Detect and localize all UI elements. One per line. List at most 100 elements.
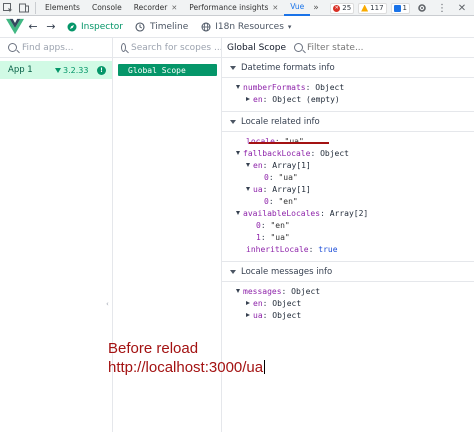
section-locale-info[interactable]: Locale related info — [222, 112, 474, 132]
plugin-select[interactable]: I18n Resources ▾ — [194, 16, 297, 38]
state-row[interactable]: locale: "ua" — [222, 135, 474, 147]
device-toolbar-icon[interactable] — [16, 0, 32, 16]
forward-arrow-button[interactable]: → — [42, 16, 60, 38]
inspect-element-icon[interactable] — [0, 0, 16, 16]
state-row[interactable]: availableLocales: Array[2] — [222, 207, 474, 219]
settings-gear-icon[interactable] — [414, 0, 430, 16]
app-name: App 1 — [8, 65, 33, 75]
state-row[interactable]: ua: Array[1] — [222, 183, 474, 195]
more-tabs-button[interactable]: » — [310, 3, 322, 13]
warning-icon — [361, 4, 369, 12]
warning-count-badge[interactable]: 117 — [358, 2, 387, 14]
app-version: 3.2.33 — [55, 66, 88, 75]
state-value: "en" — [270, 220, 290, 230]
tab-elements[interactable]: Elements — [39, 0, 86, 16]
tab-label: Performance insights — [189, 3, 269, 12]
tab-vue[interactable]: Vue — [284, 0, 311, 16]
apps-search — [0, 38, 112, 58]
state-key: numberFormats — [243, 82, 306, 92]
state-value: Object — [291, 286, 321, 296]
state-row[interactable]: en: Object — [222, 297, 474, 309]
state-row[interactable]: en: Object (empty) — [222, 93, 474, 105]
state-value: Object (empty) — [272, 94, 340, 104]
state-row[interactable]: en: Array[1] — [222, 159, 474, 171]
tab-timeline[interactable]: Timeline — [129, 16, 194, 38]
collapse-pane-chevron-icon[interactable]: ‹ — [106, 300, 109, 308]
app-list-item[interactable]: App 1 3.2.33 ! — [0, 61, 112, 79]
state-value: Array[1] — [272, 184, 311, 194]
state-value: "ua" — [270, 232, 290, 242]
annotation-url: http://localhost:3000/ua — [108, 359, 264, 376]
clock-icon — [135, 21, 146, 32]
tab-label: Timeline — [149, 21, 189, 32]
tab-label: Recorder — [133, 3, 168, 12]
expand-triangle-icon — [246, 301, 250, 305]
state-filter-input[interactable] — [307, 42, 417, 53]
state-row[interactable]: ua: Object — [222, 309, 474, 321]
vue-logo-icon — [6, 18, 24, 34]
state-value: Array[2] — [329, 208, 369, 218]
tab-inspector[interactable]: Inspector — [60, 16, 129, 38]
section-title: Locale messages info — [241, 266, 333, 277]
apps-pane: App 1 3.2.33 ! ‹ — [0, 38, 113, 432]
scopes-search — [113, 38, 221, 58]
close-icon[interactable]: ✕ — [171, 4, 177, 12]
search-icon — [121, 43, 126, 52]
scope-item-global[interactable]: Global Scope — [118, 64, 217, 76]
kebab-menu-icon[interactable]: ⋮ — [434, 0, 450, 16]
tab-recorder[interactable]: Recorder ✕ — [128, 0, 184, 16]
state-key: availableLocales — [243, 208, 321, 218]
close-icon[interactable]: ✕ — [454, 0, 470, 16]
state-row[interactable]: fallbackLocale: Object — [222, 147, 474, 159]
state-title: Global Scope — [227, 42, 286, 53]
state-row[interactable]: 0: "en" — [222, 219, 474, 231]
tab-label: Console — [91, 3, 122, 12]
state-row[interactable]: messages: Object — [222, 285, 474, 297]
info-icon[interactable]: ! — [97, 65, 106, 75]
message-count-badge[interactable]: 1 — [390, 2, 410, 14]
state-row[interactable]: inheritLocale: true — [222, 243, 474, 255]
error-count-badge[interactable]: ✕ 25 — [330, 2, 355, 14]
state-filter — [294, 42, 417, 53]
state-header: Global Scope — [222, 38, 474, 58]
chevron-down-icon: ▾ — [287, 22, 292, 31]
plugin-select-value: I18n Resources — [215, 21, 284, 32]
scopes-search-input[interactable] — [131, 42, 221, 53]
search-icon — [294, 43, 303, 52]
compass-icon — [66, 21, 77, 32]
state-value: Array[1] — [272, 160, 311, 170]
section-locale-body: locale: "ua" fallbackLocale: Object en: … — [222, 132, 474, 262]
section-datetime-formats[interactable]: Datetime formats info — [222, 58, 474, 78]
tab-performance-insights[interactable]: Performance insights ✕ — [183, 0, 284, 16]
devtools-toolbar: Elements Console Recorder ✕ Performance i… — [0, 0, 474, 16]
section-locale-messages[interactable]: Locale messages info — [222, 262, 474, 282]
state-key: fallbackLocale — [243, 148, 311, 158]
apps-search-input[interactable] — [22, 42, 102, 53]
section-datetime-body: numberFormats: Object en: Object (empty) — [222, 78, 474, 112]
expand-triangle-icon — [246, 163, 250, 167]
state-value: Object — [320, 148, 349, 158]
state-row[interactable]: 1: "ua" — [222, 231, 474, 243]
annotation-text-line1: Before reload — [108, 340, 199, 357]
state-key: locale — [246, 136, 275, 146]
section-messages-body: messages: Object en: Object ua: Object — [222, 282, 474, 327]
annotation-text-line2: http://localhost:3000/ua — [108, 359, 266, 376]
expand-triangle-icon — [236, 85, 240, 89]
state-row[interactable]: 0: "en" — [222, 195, 474, 207]
state-value: "ua" — [278, 172, 298, 182]
state-row[interactable]: numberFormats: Object — [222, 81, 474, 93]
text-cursor — [264, 360, 266, 374]
tab-console[interactable]: Console — [86, 0, 128, 16]
expand-triangle-icon — [246, 187, 250, 191]
app-version-number: 3.2.33 — [63, 65, 89, 75]
message-icon — [393, 4, 401, 12]
section-title: Datetime formats info — [241, 62, 335, 73]
state-row[interactable]: 0: "ua" — [222, 171, 474, 183]
state-key: ua — [253, 310, 263, 320]
expand-triangle-icon — [246, 97, 250, 101]
back-arrow-button[interactable]: ← — [24, 16, 42, 38]
vue-version-icon — [55, 67, 61, 73]
close-icon[interactable]: ✕ — [272, 4, 278, 12]
state-key: inheritLocale — [246, 244, 309, 254]
search-icon — [8, 43, 17, 52]
